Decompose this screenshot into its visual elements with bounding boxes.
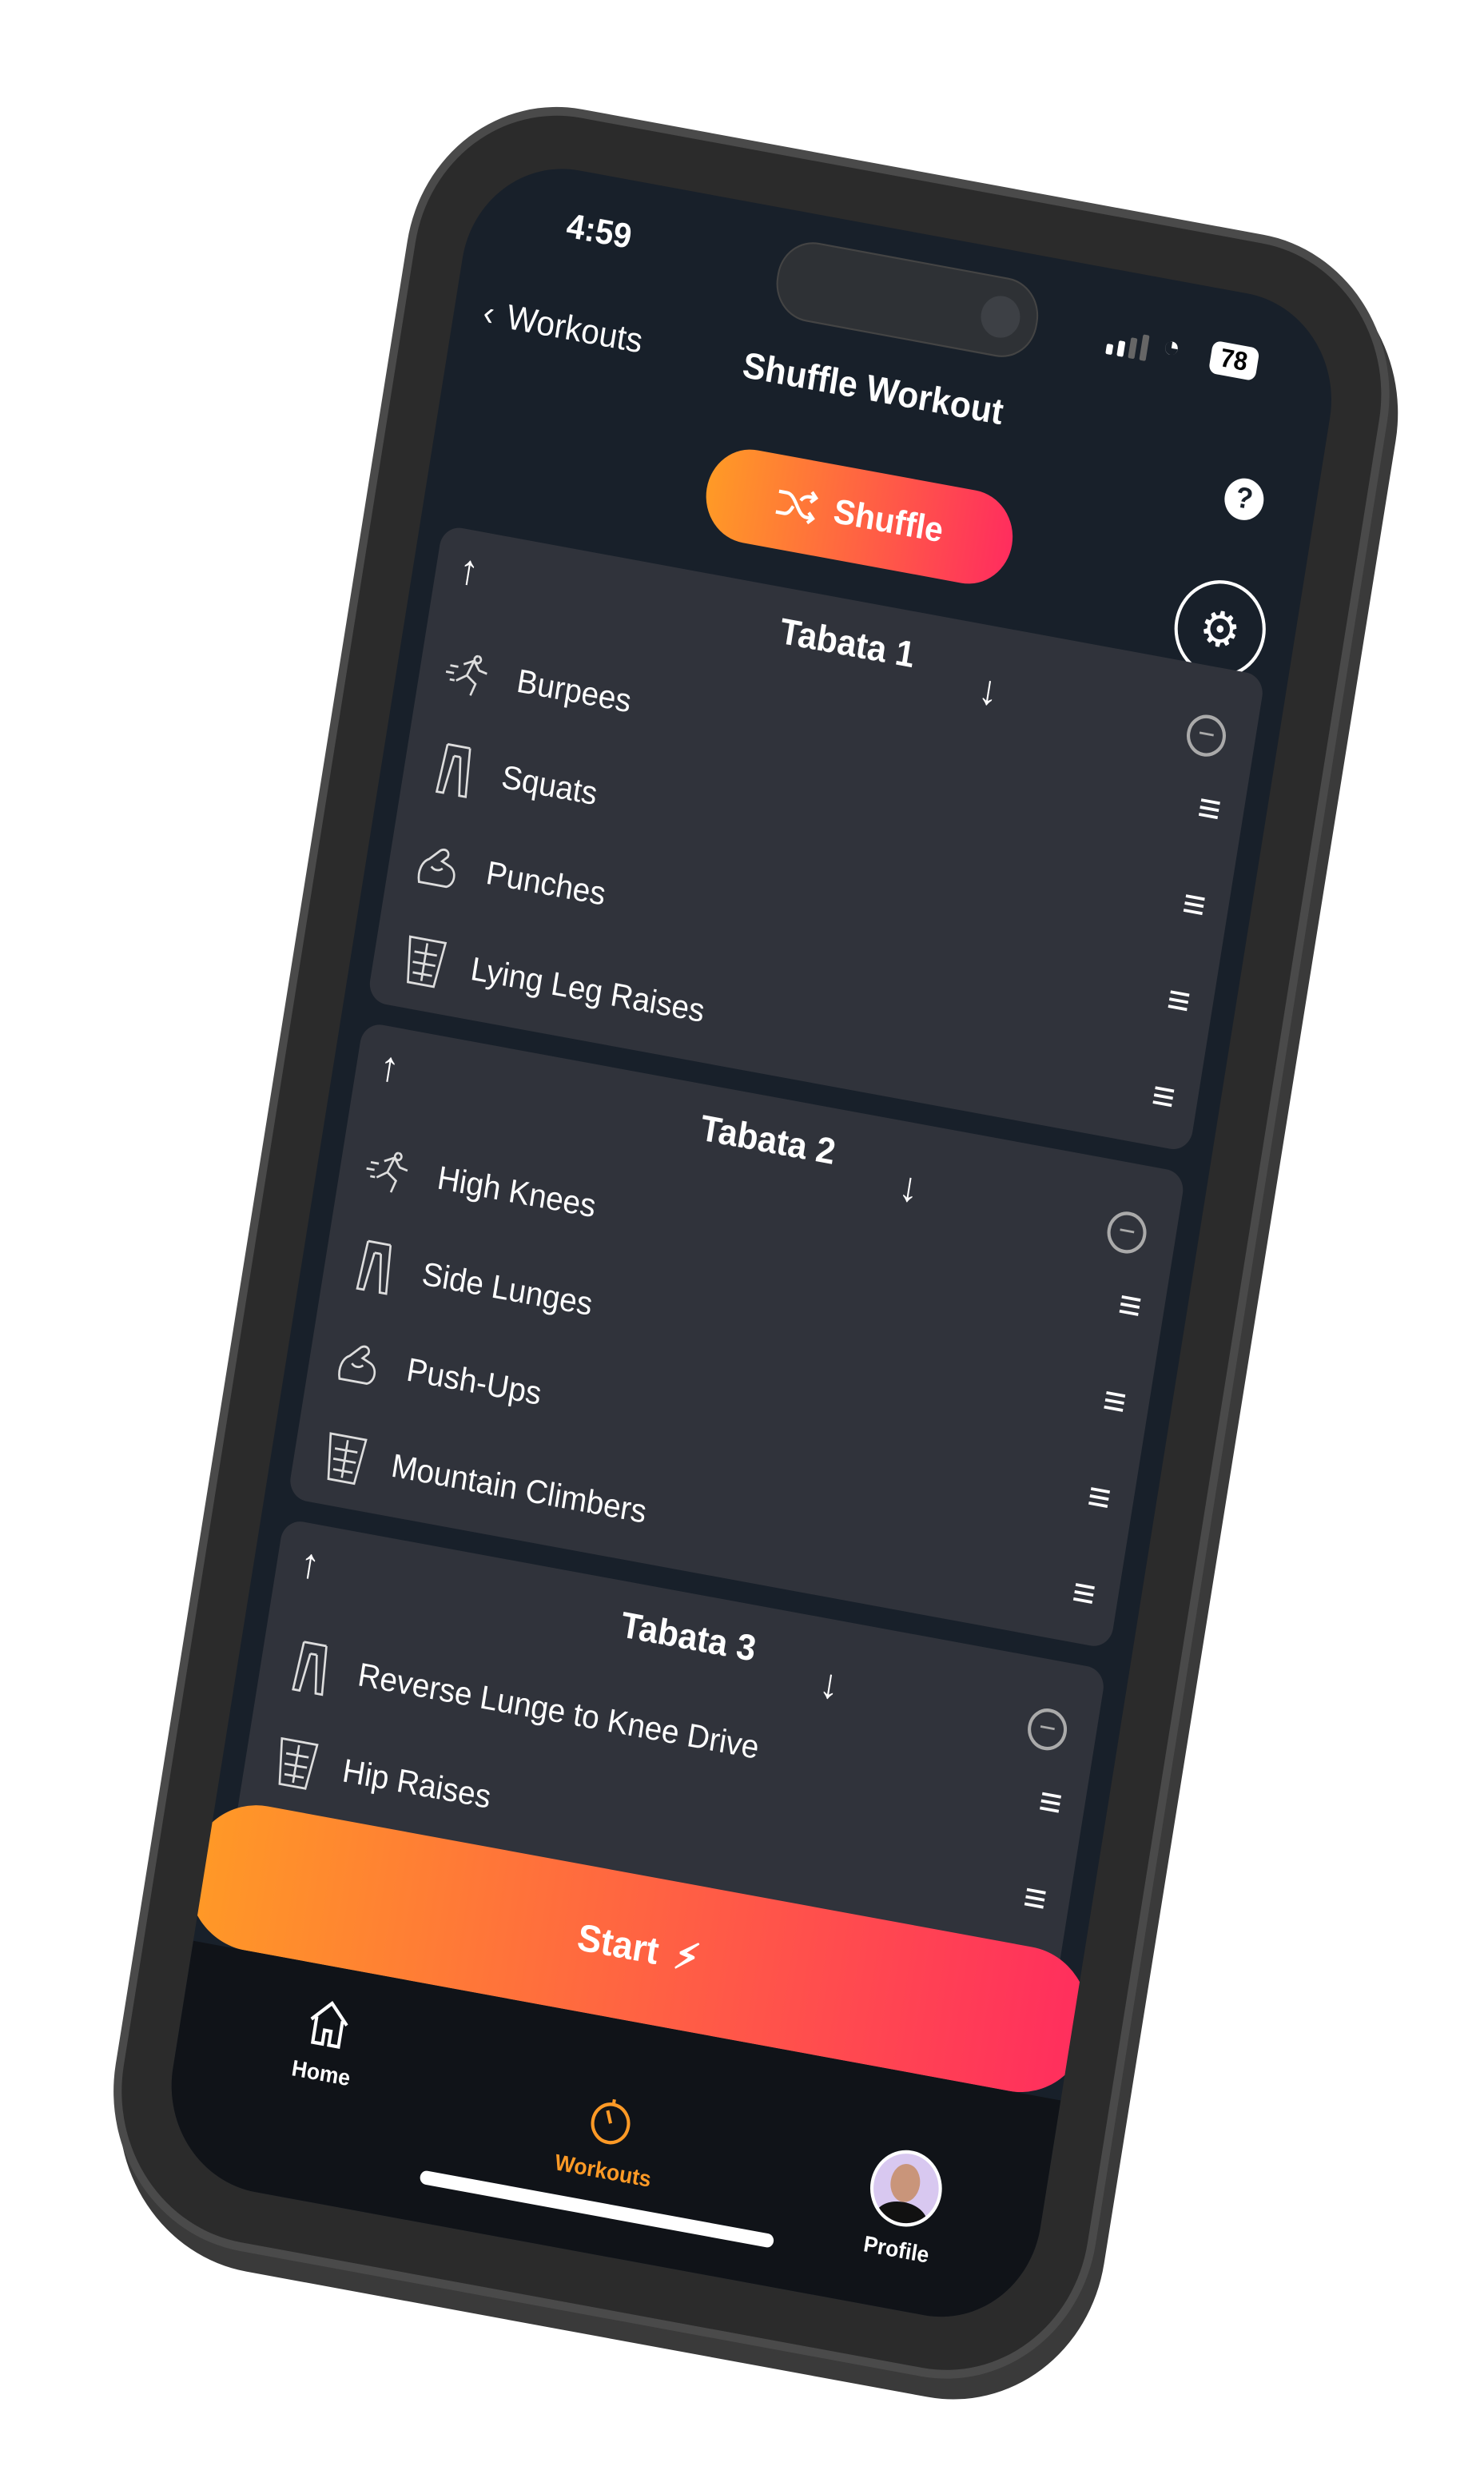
camera-icon — [977, 292, 1024, 341]
back-button[interactable]: ‹ Workouts — [480, 295, 645, 364]
tab-profile[interactable]: Profile — [798, 2133, 1008, 2280]
tab-workouts[interactable]: Workouts — [504, 2078, 711, 2202]
tab-workouts-label: Workouts — [553, 2149, 654, 2193]
running-icon — [366, 1151, 408, 1193]
battery-indicator: 78 — [1207, 340, 1260, 382]
home-icon — [310, 2001, 348, 2050]
arm-icon — [417, 848, 456, 889]
running-icon — [445, 654, 487, 696]
start-label: Start — [574, 1915, 662, 1973]
shuffle-button[interactable]: Shuffle — [699, 442, 1020, 591]
legs-icon — [356, 1239, 392, 1295]
wifi-icon: ◔ — [1160, 328, 1184, 366]
tab-home[interactable]: Home — [223, 1980, 430, 2103]
lightning-icon: ⚡︎ — [670, 1932, 703, 1981]
abs-icon — [327, 1432, 368, 1486]
help-icon[interactable]: ? — [1221, 475, 1267, 523]
legs-icon — [435, 742, 471, 798]
signal-icon — [1105, 328, 1150, 361]
abs-icon — [407, 935, 448, 988]
arm-icon — [338, 1345, 376, 1385]
tab-profile-label: Profile — [861, 2230, 931, 2269]
legs-icon — [292, 1641, 328, 1696]
chevron-left-icon: ‹ — [480, 294, 498, 335]
dynamic-island — [770, 236, 1044, 364]
tab-home-label: Home — [289, 2054, 352, 2091]
stopwatch-icon — [591, 2098, 631, 2145]
app-screen: 4:59 ◔ 78 ‹ Workouts Shuffle Workout ? Sh… — [156, 152, 1347, 2334]
page-title: Shuffle Workout — [739, 345, 1006, 433]
shuffle-icon — [775, 489, 819, 525]
status-time: 4:59 — [563, 207, 635, 257]
back-label: Workouts — [503, 299, 646, 362]
avatar — [865, 2144, 948, 2233]
phone-frame: 4:59 ◔ 78 ‹ Workouts Shuffle Workout ? Sh… — [99, 92, 1403, 2394]
abs-icon — [278, 1736, 319, 1790]
shuffle-label: Shuffle — [830, 491, 946, 551]
